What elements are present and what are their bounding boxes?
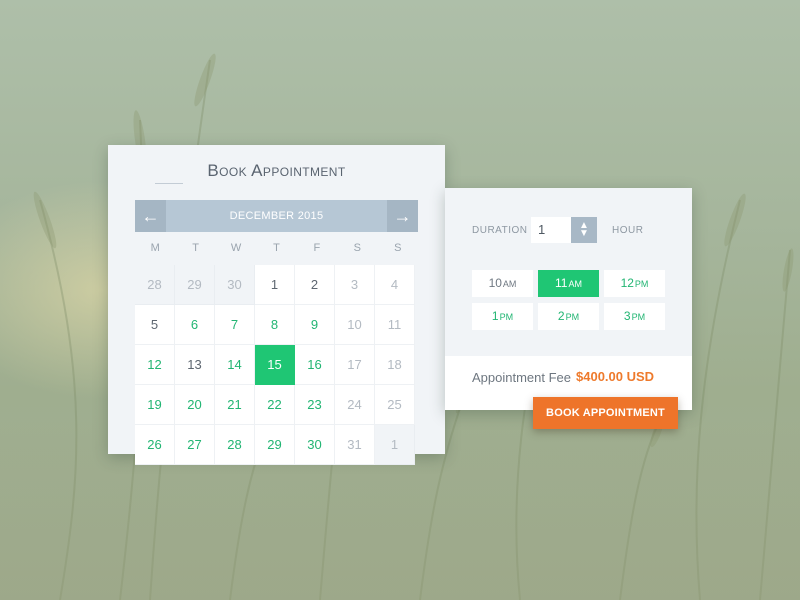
calendar-day: 18 <box>375 345 415 385</box>
time-slot-ampm: AM <box>502 279 517 289</box>
duration-input[interactable]: 1 <box>531 217 571 243</box>
weekday-row: M T W T F S S <box>135 232 418 264</box>
calendar-day[interactable]: 22 <box>255 385 295 425</box>
calendar-day: 11 <box>375 305 415 345</box>
calendar-day: 10 <box>335 305 375 345</box>
calendar-day[interactable]: 23 <box>295 385 335 425</box>
title-divider <box>155 183 183 184</box>
weekday-label: M <box>150 242 160 254</box>
calendar-day: 29 <box>175 265 215 305</box>
calendar-day[interactable]: 28 <box>215 425 255 465</box>
calendar-day[interactable]: 19 <box>135 385 175 425</box>
calendar-day[interactable]: 14 <box>215 345 255 385</box>
weekday-label: T <box>273 242 280 254</box>
fee-label: Appointment Fee <box>472 370 572 385</box>
calendar-day[interactable]: 12 <box>135 345 175 385</box>
fee-value: $400.00 USD <box>576 369 655 384</box>
time-card: DURATION 1 ▲ ▼ HOUR 10AM 11AM 12PM 1PM 2PM 3P… <box>445 188 692 410</box>
calendar-day: 24 <box>335 385 375 425</box>
weekday-label: T <box>192 242 199 254</box>
calendar-day[interactable]: 26 <box>135 425 175 465</box>
calendar-day[interactable]: 20 <box>175 385 215 425</box>
calendar-day: 5 <box>135 305 175 345</box>
calendar-day: 4 <box>375 265 415 305</box>
time-slot[interactable]: 3PM <box>604 303 665 330</box>
time-slot[interactable]: 12PM <box>604 270 665 297</box>
calendar-day[interactable]: 27 <box>175 425 215 465</box>
calendar-day: 1 <box>375 425 415 465</box>
calendar-day[interactable]: 21 <box>215 385 255 425</box>
calendar-day[interactable]: 7 <box>215 305 255 345</box>
time-slot-hour: 1 <box>491 309 499 323</box>
calendar-day: 25 <box>375 385 415 425</box>
time-slot-ampm: AM <box>568 279 582 289</box>
calendar-day: 1 <box>255 265 295 305</box>
weekday-label: F <box>313 242 321 254</box>
month-label: DECEMBER 2015 <box>229 210 324 222</box>
time-slot-hour: 12 <box>620 276 634 290</box>
calendar-day: 28 <box>135 265 175 305</box>
calendar-header: ← DECEMBER 2015 → <box>135 200 418 232</box>
next-month-button[interactable]: → <box>387 200 418 232</box>
calendar-day: 30 <box>215 265 255 305</box>
prev-month-button[interactable]: ← <box>135 200 166 232</box>
calendar-day: 31 <box>335 425 375 465</box>
page-title: Book Appointment <box>207 161 346 180</box>
book-appointment-button[interactable]: BOOK APPOINTMENT <box>533 397 678 429</box>
time-slot-ampm: PM <box>565 312 580 322</box>
time-slot-hour: 11 <box>555 276 568 290</box>
calendar-day[interactable]: 16 <box>295 345 335 385</box>
calendar-day[interactable]: 29 <box>255 425 295 465</box>
calendar-day: 2 <box>295 265 335 305</box>
weekday-label: S <box>394 242 402 254</box>
arrow-right-icon: → <box>393 205 412 226</box>
calendar-day: 17 <box>335 345 375 385</box>
chevron-down-icon: ▼ <box>579 228 589 239</box>
calendar-day: 13 <box>175 345 215 385</box>
calendar-card: Book Appointment ← DECEMBER 2015 → M T W… <box>108 145 445 465</box>
calendar-day[interactable]: 8 <box>255 305 295 345</box>
time-slots-grid: 10AM 11AM 12PM 1PM 2PM 3PM <box>472 270 666 330</box>
duration-stepper[interactable]: ▲ ▼ <box>571 217 597 243</box>
calendar-day-selected[interactable]: 15 <box>255 345 295 385</box>
time-slot-selected[interactable]: 11AM <box>538 270 599 297</box>
time-slot[interactable]: 1PM <box>472 303 533 330</box>
calendar-day: 3 <box>335 265 375 305</box>
time-slot: 10AM <box>472 270 533 297</box>
time-slot-hour: 3 <box>623 309 631 323</box>
time-slot-ampm: PM <box>499 312 514 322</box>
time-slot-hour: 10 <box>488 276 502 290</box>
duration-label: DURATION <box>472 225 528 236</box>
calendar-day[interactable]: 9 <box>295 305 335 345</box>
time-slot-hour: 2 <box>557 309 565 323</box>
time-slot[interactable]: 2PM <box>538 303 599 330</box>
time-slot-ampm: PM <box>634 279 649 289</box>
arrow-left-icon: ← <box>141 205 160 226</box>
calendar-day[interactable]: 6 <box>175 305 215 345</box>
weekday-label: S <box>353 242 362 254</box>
hour-label: HOUR <box>612 225 644 236</box>
weekday-label: W <box>230 242 242 254</box>
calendar-day[interactable]: 30 <box>295 425 335 465</box>
calendar-days-grid: 28 29 30 1 2 3 4 5 6 7 8 9 10 11 12 13 14 15 16 17 18 19 20 21 2… <box>135 265 418 465</box>
time-slot-ampm: PM <box>631 312 646 322</box>
